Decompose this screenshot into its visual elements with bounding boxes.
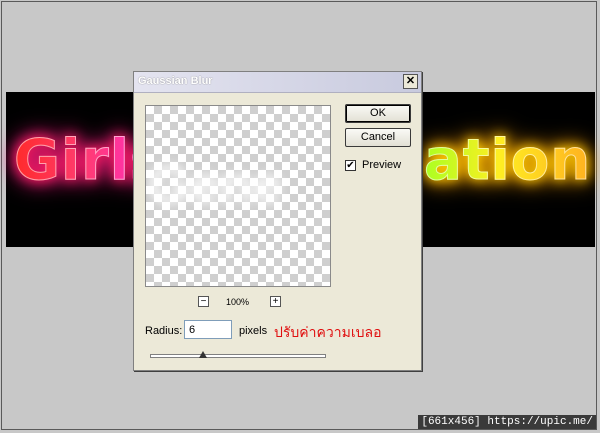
zoom-out-button[interactable]: −	[198, 296, 209, 307]
radius-slider-track[interactable]	[150, 354, 326, 358]
close-button[interactable]: ✕	[403, 74, 418, 89]
close-icon: ✕	[405, 75, 416, 87]
watermark: [661x456] https://upic.me/	[418, 415, 596, 429]
radius-unit-label: pixels	[239, 325, 268, 337]
blurred-preview-text: Gene	[148, 155, 284, 215]
radius-slider-thumb[interactable]	[198, 351, 207, 358]
preview-pane[interactable]: Gene	[145, 105, 331, 287]
gaussian-blur-dialog: Gaussian Blur ✕ Gene − 100% + OK Cancel …	[133, 71, 422, 371]
dialog-titlebar: Gaussian Blur ✕	[134, 72, 421, 93]
zoom-in-icon: +	[272, 296, 279, 307]
zoom-out-icon: −	[200, 296, 207, 307]
zoom-level: 100%	[226, 297, 250, 307]
annotation-text: ปรับค่าความเบลอ	[274, 325, 382, 341]
preview-checkbox[interactable]: ✔	[345, 160, 356, 171]
preview-checkbox-label[interactable]: Preview	[362, 159, 401, 171]
glow-text-right: ation	[423, 128, 592, 194]
zoom-in-button[interactable]: +	[270, 296, 281, 307]
ok-button[interactable]: OK	[345, 104, 411, 123]
check-icon: ✔	[346, 160, 355, 171]
radius-input[interactable]	[184, 320, 232, 339]
dialog-title: Gaussian Blur	[138, 75, 213, 87]
cancel-button[interactable]: Cancel	[345, 128, 411, 147]
radius-label: Radius:	[145, 325, 183, 337]
